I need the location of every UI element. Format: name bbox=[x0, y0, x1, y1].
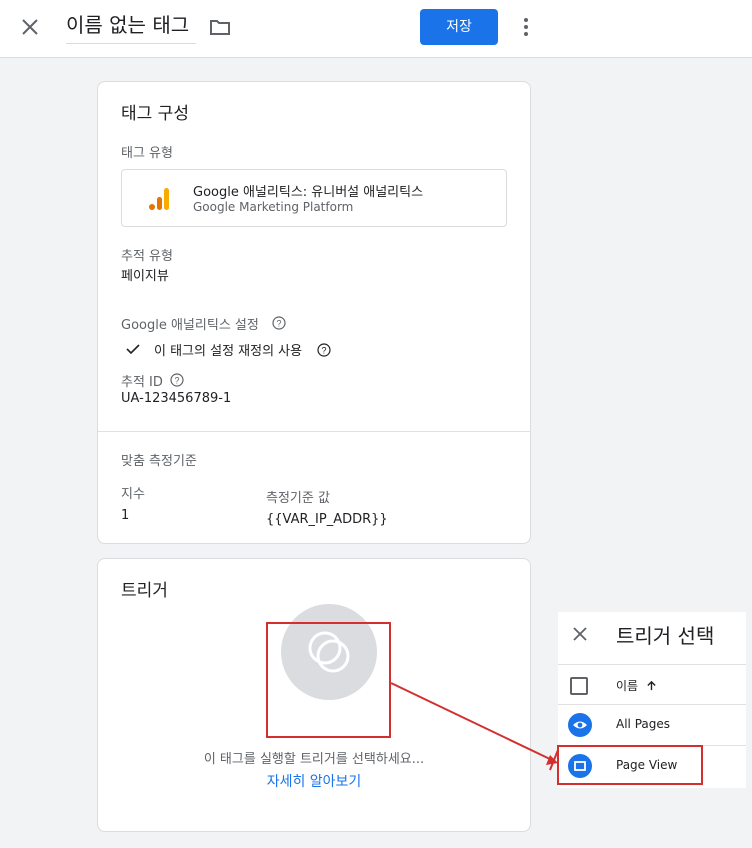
help-icon[interactable]: ? bbox=[317, 343, 331, 357]
tag-type-selector[interactable]: Google 애널리틱스: 유니버설 애널리틱스 Google Marketin… bbox=[121, 169, 507, 227]
trigger-prompt: 이 태그를 실행할 트리거를 선택하세요... bbox=[203, 752, 425, 767]
name-column-label: 이름 bbox=[616, 679, 639, 693]
svg-text:?: ? bbox=[321, 346, 326, 356]
select-all-checkbox[interactable] bbox=[570, 677, 588, 695]
divider bbox=[558, 664, 746, 665]
save-button[interactable]: 저장 bbox=[420, 9, 498, 45]
panel-title: 트리거 선택 bbox=[616, 624, 715, 648]
custom-dimensions-label: 맞춤 측정기준 bbox=[121, 454, 197, 469]
top-bar: 이름 없는 태그 저장 bbox=[0, 0, 752, 58]
dimension-value: {{VAR_IP_ADDR}} bbox=[266, 512, 388, 527]
learn-more-link[interactable]: 자세히 알아보기 bbox=[98, 771, 530, 791]
dimension-value-column-header: 측정기준 값 bbox=[266, 491, 330, 506]
tag-type-name: Google 애널리틱스: 유니버설 애널리틱스 bbox=[193, 185, 424, 200]
index-value: 1 bbox=[121, 508, 130, 523]
arrow-up-icon bbox=[647, 680, 656, 691]
tag-config-title: 태그 구성 bbox=[121, 104, 189, 124]
section-divider bbox=[98, 431, 530, 432]
index-column-header: 지수 bbox=[121, 487, 145, 502]
triggering-title: 트리거 bbox=[121, 581, 168, 601]
tag-name-input[interactable]: 이름 없는 태그 bbox=[66, 10, 196, 44]
more-vert-icon[interactable] bbox=[514, 15, 538, 39]
tracking-id-label: 추적 ID bbox=[121, 375, 163, 390]
name-column-header[interactable]: 이름 bbox=[616, 677, 657, 694]
eye-icon bbox=[568, 713, 592, 737]
svg-text:?: ? bbox=[174, 376, 179, 386]
tag-type-label: 태그 유형 bbox=[121, 146, 173, 161]
folder-icon[interactable] bbox=[208, 15, 232, 39]
svg-text:?: ? bbox=[276, 319, 281, 329]
trigger-name: All Pages bbox=[616, 717, 670, 731]
tracking-type-label: 추적 유형 bbox=[121, 249, 173, 264]
help-icon[interactable]: ? bbox=[272, 316, 286, 330]
highlight-box bbox=[557, 745, 703, 785]
highlight-box bbox=[266, 622, 391, 738]
close-icon[interactable] bbox=[18, 15, 42, 39]
tag-configuration-card[interactable]: 태그 구성 태그 유형 Google 애널리틱스: 유니버설 애널리틱스 Goo… bbox=[97, 81, 531, 544]
help-icon[interactable]: ? bbox=[170, 373, 184, 387]
override-settings-label: 이 태그의 설정 재정의 사용 bbox=[154, 344, 303, 359]
close-icon[interactable] bbox=[570, 624, 590, 644]
tracking-type-value: 페이지뷰 bbox=[121, 269, 169, 284]
ga-settings-label: Google 애널리틱스 설정 bbox=[121, 318, 259, 333]
tracking-id-value: UA-123456789-1 bbox=[121, 391, 232, 406]
tag-type-provider: Google Marketing Platform bbox=[193, 200, 354, 214]
google-analytics-icon bbox=[149, 188, 169, 210]
trigger-row-all-pages[interactable]: All Pages bbox=[558, 705, 746, 745]
check-icon bbox=[126, 344, 140, 355]
